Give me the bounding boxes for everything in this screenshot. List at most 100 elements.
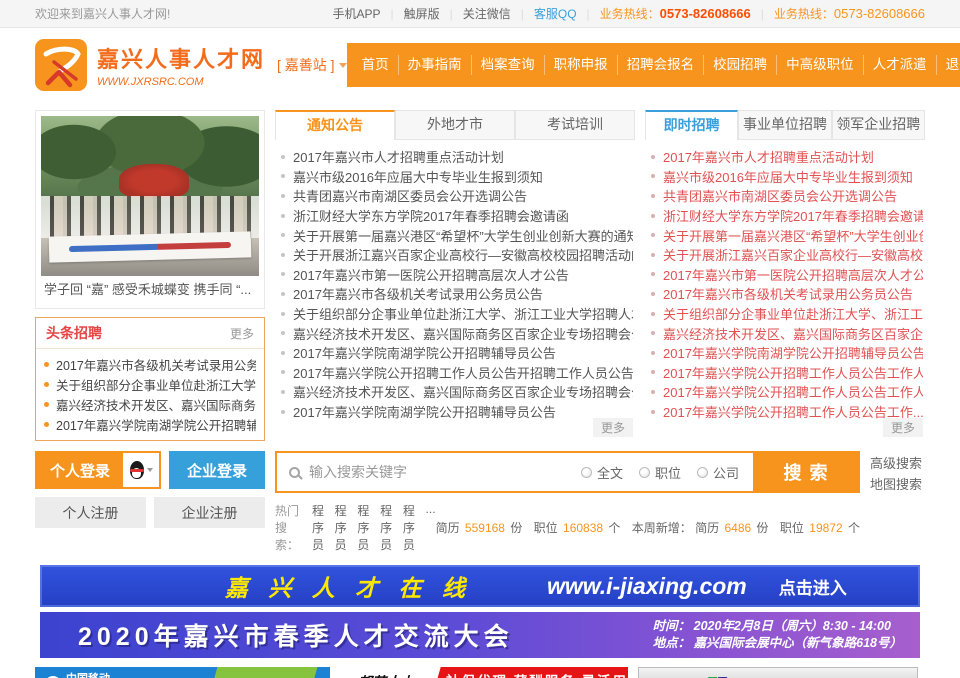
stat-label: 简历: [695, 521, 719, 535]
recruit-item[interactable]: 2017年嘉兴市人才招聘重点活动计划: [647, 147, 923, 167]
recruit-item-text: 浙江财经大学东方学院2017年春季招聘会邀请函: [663, 206, 923, 225]
personal-register-button[interactable]: 个人注册: [35, 497, 146, 528]
hot-term[interactable]: 程序员: [380, 502, 396, 553]
advanced-search-link[interactable]: 高级搜索: [870, 453, 930, 474]
recruit-more-link[interactable]: 更多: [883, 418, 923, 437]
nav-item[interactable]: 校园招聘: [703, 55, 776, 75]
headline-item[interactable]: 2017年嘉兴市各级机关考试录用公务...: [44, 354, 256, 374]
notice-item[interactable]: 共青团嘉兴市南湖区委员会公开选调公告: [277, 186, 633, 206]
hot-term[interactable]: 程序员: [357, 502, 373, 553]
search-button[interactable]: 搜索: [753, 453, 858, 491]
hot-term[interactable]: ...: [426, 502, 436, 553]
notice-item[interactable]: 关于开展第一届嘉兴港区“希望杯”大学生创业创新大赛的通知: [277, 225, 633, 245]
notice-more-link[interactable]: 更多: [593, 418, 633, 437]
topbar-link-touch[interactable]: 触屏版: [404, 5, 440, 22]
enterprise-login-button[interactable]: 企业登录: [169, 451, 265, 489]
recruit-item[interactable]: 2017年嘉兴学院公开招聘工作人员公告工作人员...: [647, 382, 923, 402]
search-bar: 全文 职位 公司 搜索: [275, 451, 860, 493]
headline-item-text: 嘉兴经济技术开发区、嘉兴国际商务...: [56, 395, 256, 414]
personal-login-button[interactable]: 个人登录: [37, 453, 123, 487]
nav-item[interactable]: 招聘会报名: [617, 55, 704, 75]
notice-item[interactable]: 2017年嘉兴市各级机关考试录用公务员公告: [277, 284, 633, 304]
bullet-icon: [281, 155, 285, 159]
headline-item[interactable]: 2017年嘉兴学院南湖学院公开招聘辅...: [44, 414, 256, 434]
banner2-info: 时间： 2020年2月8日（周六）8:30 - 14:00 地点： 嘉兴国际会展…: [653, 618, 902, 652]
tab-outside-market[interactable]: 外地才市: [395, 110, 515, 140]
nav-item[interactable]: 档案查询: [471, 55, 544, 75]
qq-login-button[interactable]: [123, 453, 159, 487]
hot-term[interactable]: 程序员: [403, 502, 419, 553]
notice-item[interactable]: 嘉兴市级2016年应届大中专毕业生报到须知: [277, 167, 633, 187]
ad-bangmang[interactable]: 邦芒人力 50bm.com 社保代理 薪酬服务 灵活用工 业务外包 人事代理 求…: [340, 667, 628, 678]
recruit-item[interactable]: 共青团嘉兴市南湖区委员会公开选调公告: [647, 186, 923, 206]
chevron-down-icon: [339, 63, 347, 68]
topbar-link-qq[interactable]: 客服QQ: [534, 5, 577, 22]
notice-item[interactable]: 浙江财经大学东方学院2017年春季招聘会邀请函: [277, 206, 633, 226]
notice-item[interactable]: 2017年嘉兴市人才招聘重点活动计划: [277, 147, 633, 167]
notice-panel: 通知公告 外地才市 考试培训 2017年嘉兴市人才招聘重点活动计划 嘉兴市级20…: [275, 110, 635, 439]
headline-more-link[interactable]: 更多: [230, 325, 254, 342]
nav-item[interactable]: 中高级职位: [776, 55, 863, 75]
enterprise-register-button[interactable]: 企业注册: [154, 497, 265, 528]
recruit-item[interactable]: 2017年嘉兴市第一医院公开招聘高层次人才公告: [647, 265, 923, 285]
photo-caption[interactable]: 学子回 “嘉” 感受禾城蝶变 携手同 “...: [41, 276, 259, 303]
hotline-secondary: 业务热线：0573-82608666: [774, 5, 925, 22]
notice-item[interactable]: 关于组织部分企事业单位赴浙江大学、浙江工业大学招聘人才的...: [277, 304, 633, 324]
recruit-item[interactable]: 嘉兴经济技术开发区、嘉兴国际商务区百家企业专...: [647, 323, 923, 343]
bullet-icon: [281, 194, 285, 198]
notice-item[interactable]: 关于开展浙江嘉兴百家企业高校行—安徽高校校园招聘活动的通...: [277, 245, 633, 265]
tab-leading-enterprise[interactable]: 领军企业招聘: [832, 110, 925, 140]
photo-sculpture: [119, 164, 189, 198]
news-photo-card[interactable]: 学子回 “嘉” 感受禾城蝶变 携手同 “...: [35, 110, 265, 309]
ad-china-mobile[interactable]: 中国移动 China Mobile 移动花卡 bilibili 季度会员: [35, 667, 330, 678]
hot-term[interactable]: 程序员: [335, 502, 351, 553]
tab-notice[interactable]: 通知公告: [275, 110, 395, 140]
tab-public-institution[interactable]: 事业单位招聘: [738, 110, 831, 140]
tab-exam-training[interactable]: 考试培训: [515, 110, 635, 140]
station-selector[interactable]: [ 嘉善站 ]: [277, 55, 347, 75]
ad-jaly[interactable]: JALY 嘉丽日用品: [638, 667, 918, 678]
topbar-link-app[interactable]: 手机APP: [332, 5, 380, 22]
recruit-item[interactable]: 2017年嘉兴学院公开招聘工作人员公告工作人员...: [647, 363, 923, 383]
nav-item[interactable]: 首页: [353, 55, 398, 75]
notice-item[interactable]: 嘉兴经济技术开发区、嘉兴国际商务区百家企业专场招聘会公告: [277, 323, 633, 343]
map-search-link[interactable]: 地图搜索: [870, 474, 930, 495]
nav-item[interactable]: 职称申报: [544, 55, 617, 75]
recruit-item[interactable]: 关于组织部分企事业单位赴浙江大学、浙江工业大...: [647, 304, 923, 324]
notice-item[interactable]: 2017年嘉兴市第一医院公开招聘高层次人才公告: [277, 265, 633, 285]
recruit-item[interactable]: 嘉兴市级2016年应届大中专毕业生报到须知: [647, 167, 923, 187]
nav-item[interactable]: 退役军人招聘: [936, 55, 960, 75]
nav-item[interactable]: 办事指南: [398, 55, 471, 75]
notice-item[interactable]: 嘉兴经济技术开发区、嘉兴国际商务区百家企业专场招聘会公告: [277, 382, 633, 402]
login-box: 个人登录 企业登录 个人注册 企业注册: [35, 451, 265, 528]
nav-item[interactable]: 人才派遣: [863, 55, 936, 75]
hot-term[interactable]: 程序员: [312, 502, 328, 553]
banner-spring-job-fair[interactable]: 2020年嘉兴市春季人才交流大会 时间： 2020年2月8日（周六）8:30 -…: [40, 612, 920, 658]
recruit-item[interactable]: 2017年嘉兴市各级机关考试录用公务员公告: [647, 284, 923, 304]
recruit-item[interactable]: 2017年嘉兴学院南湖学院公开招聘辅导员公告: [647, 343, 923, 363]
headline-item[interactable]: 嘉兴经济技术开发区、嘉兴国际商务...: [44, 394, 256, 414]
recruit-item[interactable]: 2017年嘉兴学院公开招聘工作人员公告工作...: [647, 402, 923, 422]
topbar-link-wechat[interactable]: 关注微信: [463, 5, 511, 22]
banner1-url: www.i-jiaxing.com: [547, 573, 747, 600]
search-input[interactable]: [309, 464, 581, 480]
headline-item[interactable]: 关于组织部分企事业单位赴浙江大学...: [44, 374, 256, 394]
recruit-item[interactable]: 关于开展第一届嘉兴港区“希望杯”大学生创业创...: [647, 225, 923, 245]
scope-fulltext[interactable]: 全文: [581, 463, 623, 482]
search-scopes: 全文 职位 公司: [581, 453, 753, 491]
recruit-item-text: 关于开展第一届嘉兴港区“希望杯”大学生创业创...: [663, 226, 923, 245]
bullet-icon: [44, 362, 49, 367]
recruit-item[interactable]: 关于开展浙江嘉兴百家企业高校行—安徽高校校园...: [647, 245, 923, 265]
tab-instant-recruit[interactable]: 即时招聘: [645, 110, 738, 140]
recruit-item[interactable]: 浙江财经大学东方学院2017年春季招聘会邀请函: [647, 206, 923, 226]
scope-position[interactable]: 职位: [639, 463, 681, 482]
notice-item[interactable]: 2017年嘉兴学院公开招聘工作人员公告开招聘工作人员公告开...: [277, 363, 633, 383]
banner-jiaxing-talent-online[interactable]: 嘉 兴 人 才 在 线 www.i-jiaxing.com 点击进入: [40, 565, 920, 607]
notice-item[interactable]: 2017年嘉兴学院南湖学院公开招聘辅导员公告: [277, 343, 633, 363]
notice-item-text: 浙江财经大学东方学院2017年春季招聘会邀请函: [293, 206, 569, 225]
hotline-label: 业务热线：: [774, 7, 834, 21]
scope-company[interactable]: 公司: [697, 463, 739, 482]
notice-item[interactable]: 2017年嘉兴学院南湖学院公开招聘辅导员公告: [277, 402, 633, 422]
site-logo-icon[interactable]: [35, 39, 87, 91]
bullet-icon: [651, 272, 655, 276]
